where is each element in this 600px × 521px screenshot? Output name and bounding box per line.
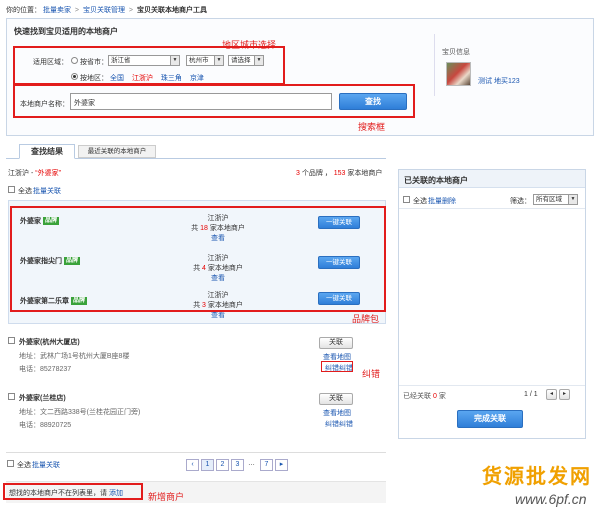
annotation-box-brand	[10, 206, 386, 312]
store-link-button[interactable]: 关联	[319, 337, 353, 349]
footer-divider	[6, 452, 386, 453]
annotation-region: 地区城市选择	[222, 41, 277, 51]
chevron-down-icon: ▼	[568, 195, 577, 204]
page-ellipsis: …	[248, 460, 255, 467]
batch-link-bottom[interactable]: 批量关联	[32, 460, 60, 470]
annotation-box-add	[3, 483, 143, 500]
batch-delete-link[interactable]: 批量删除	[428, 196, 456, 206]
linked-panel-divider	[399, 208, 585, 209]
annotation-search: 搜索框	[358, 123, 386, 133]
linked-page-indicator: 1 / 1	[524, 391, 538, 398]
page-1[interactable]: 1	[201, 459, 214, 471]
watermark-site: www.6pf.cn	[515, 491, 587, 507]
batch-link-top[interactable]: 批量关联	[33, 186, 61, 196]
annotation-add: 新增商户	[148, 493, 185, 503]
product-name-link[interactable]: 测试 地买123	[478, 76, 520, 86]
linked-panel-title: 已关联的本地商户	[404, 176, 468, 185]
annotation-box-region	[13, 46, 285, 85]
store-checkbox[interactable]	[8, 393, 15, 400]
breadcrumb-current: 宝贝关联本地商户工具	[136, 7, 207, 14]
store-item: 外婆家(兰桂店) 地址：文二西路338号(兰桂花园正门旁) 电话：8892072…	[6, 392, 386, 438]
page-2[interactable]: 2	[216, 459, 229, 471]
annotation-box-search	[13, 84, 415, 118]
tab-results[interactable]: 查找结果	[19, 144, 75, 159]
product-thumbnail[interactable]	[446, 62, 471, 86]
page-7[interactable]: 7	[260, 459, 273, 471]
store-name: 外婆家(兰桂店)	[19, 395, 66, 402]
region-filter-select[interactable]: 所有区域 ▼	[533, 194, 578, 205]
annotation-box-correct	[321, 361, 353, 372]
search-panel-title: 快速找到宝贝适用的本地商户	[14, 27, 118, 36]
pagination: ‹ 1 2 3 … 7 ▸	[186, 459, 296, 473]
page-3[interactable]: 3	[231, 459, 244, 471]
breadcrumb-link-manage[interactable]: 宝贝关联管理	[83, 7, 125, 14]
results-scope: 江浙沪 - “外婆家”	[8, 170, 61, 177]
select-all-label: 全选	[18, 188, 32, 195]
store-name: 外婆家(杭州大厦店)	[19, 339, 80, 346]
results-summary: 3 个品牌 ， 153 家本地商户	[296, 170, 383, 177]
linked-panel-footer-line	[399, 385, 585, 386]
select-all-checkbox-bottom[interactable]	[7, 460, 14, 467]
page-prev-button[interactable]: ‹	[186, 459, 199, 471]
breadcrumb: 你的位置： 批量卖家 > 宝贝关联管理 > 宝贝关联本地商户工具	[6, 7, 207, 14]
watermark-logo: 货源批发网	[482, 464, 592, 488]
store-map-link[interactable]: 查看地图	[323, 408, 351, 418]
linked-count: 已经关联 0 家	[403, 393, 446, 400]
store-phone: 85278237	[40, 366, 72, 373]
annotation-correct: 纠错	[362, 370, 381, 380]
linked-next-button[interactable]: ▸	[559, 389, 570, 400]
product-info-title: 宝贝信息	[442, 49, 470, 56]
page-next-button[interactable]: ▸	[275, 459, 288, 471]
store-link-button[interactable]: 关联	[319, 393, 353, 405]
breadcrumb-link-seller[interactable]: 批量卖家	[43, 7, 71, 14]
brand-view-link[interactable]: 查看	[178, 311, 258, 321]
store-address: 武林广场1号杭州大厦B座8楼	[40, 353, 130, 360]
store-item: 外婆家(杭州大厦店) 地址：武林广场1号杭州大厦B座8楼 电话：85278237…	[6, 336, 386, 382]
linked-prev-button[interactable]: ◂	[546, 389, 557, 400]
store-address: 文二西路338号(兰桂花园正门旁)	[40, 409, 141, 416]
tab-recent[interactable]: 最近关联的本地商户	[78, 145, 156, 158]
store-correct-link[interactable]: 纠错纠错	[325, 419, 353, 429]
annotation-brand: 品牌包	[352, 315, 380, 325]
finish-link-button[interactable]: 完成关联	[457, 410, 523, 428]
store-checkbox[interactable]	[8, 337, 15, 344]
product-info-divider	[434, 34, 435, 96]
linked-select-all-checkbox[interactable]	[403, 196, 410, 203]
store-phone: 88920725	[40, 422, 72, 429]
select-all-checkbox[interactable]	[8, 186, 15, 193]
